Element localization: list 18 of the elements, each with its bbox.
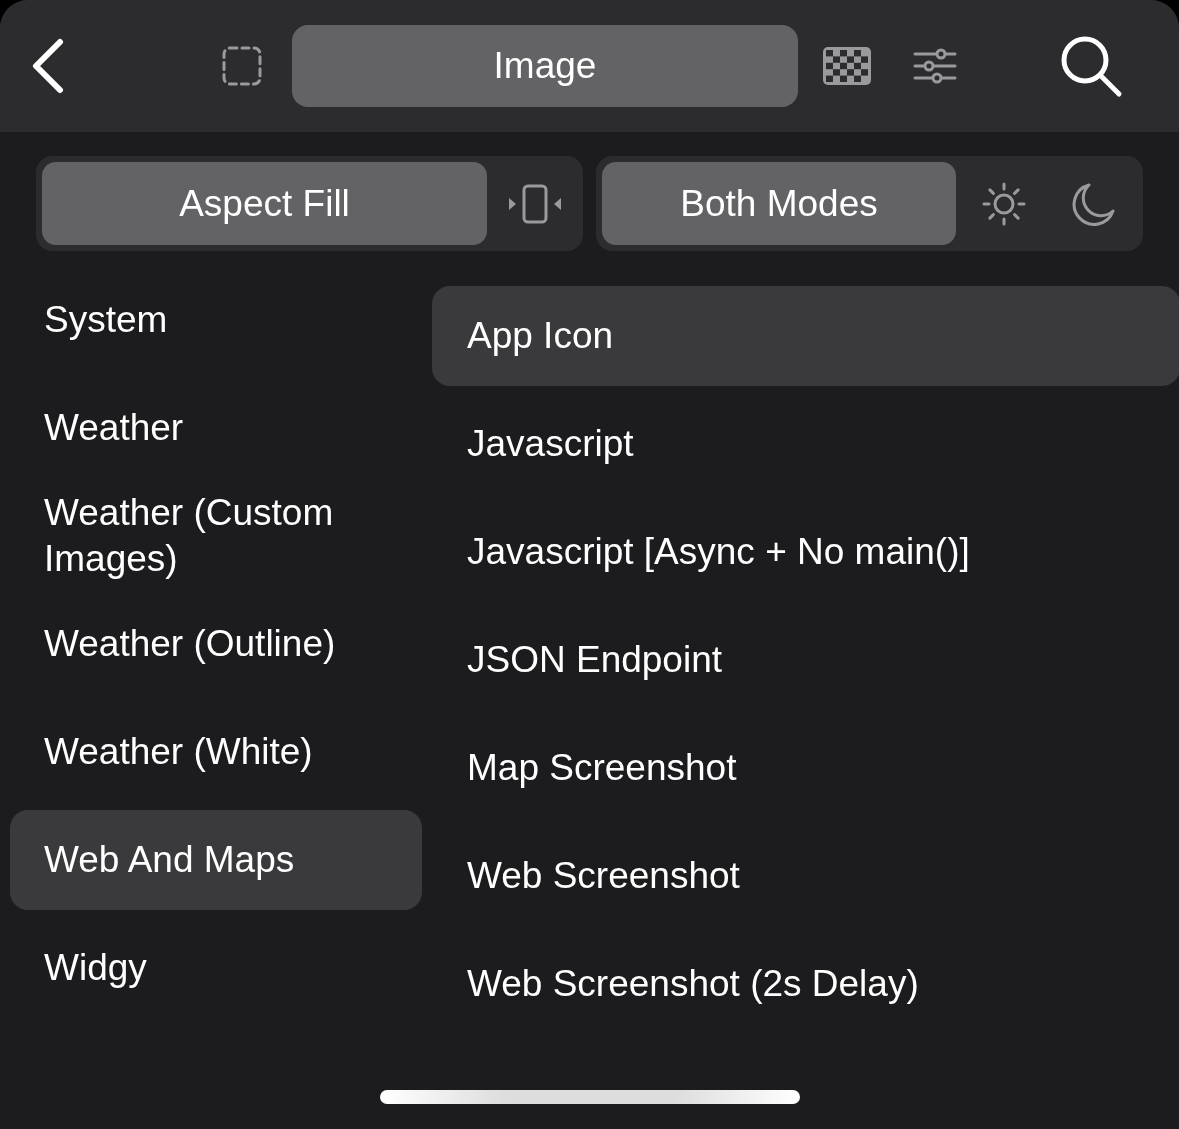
category-item[interactable]: Weather (Outline) xyxy=(10,594,422,694)
template-item[interactable]: Map Screenshot xyxy=(432,718,1179,818)
category-item[interactable]: Weather xyxy=(10,378,422,478)
template-item[interactable]: App Icon xyxy=(432,286,1179,386)
category-item[interactable]: Web And Maps xyxy=(10,810,422,910)
appearance-mode-segment[interactable]: Both Modes xyxy=(602,162,956,245)
scale-mode-segment[interactable]: Aspect Fill xyxy=(42,162,487,245)
template-item[interactable]: Web Screenshot (2s Delay) xyxy=(432,934,1179,1034)
template-item[interactable]: JSON Endpoint xyxy=(432,610,1179,710)
selection-icon[interactable] xyxy=(220,44,264,88)
template-item[interactable]: Javascript xyxy=(432,394,1179,494)
category-item[interactable]: Weather (Custom Images) xyxy=(10,486,422,586)
template-item[interactable]: Javascript [Async + No main()] xyxy=(432,502,1179,602)
category-item[interactable]: Widgy xyxy=(10,918,422,1018)
category-item[interactable]: Weather (White) xyxy=(10,702,422,802)
category-item[interactable]: System xyxy=(10,270,422,370)
widget-type-selector[interactable]: Image xyxy=(292,25,798,107)
template-item[interactable]: Web Screenshot xyxy=(432,826,1179,926)
